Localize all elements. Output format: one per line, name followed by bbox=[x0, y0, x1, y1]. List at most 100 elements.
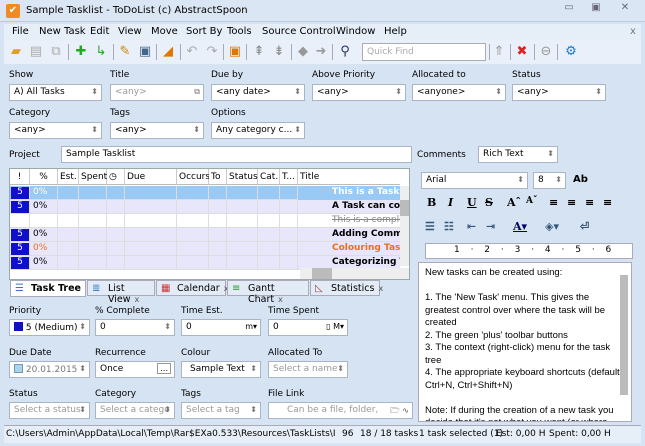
save-all-icon[interactable]: ⧉ bbox=[48, 44, 64, 60]
maximize-button[interactable]: ▣ bbox=[585, 2, 607, 16]
col-spent[interactable]: Spent bbox=[79, 169, 107, 185]
category-select[interactable]: Select a catego ⬍ bbox=[95, 402, 175, 419]
close-button[interactable]: ✕ bbox=[614, 2, 636, 16]
menu-tools[interactable]: Tools bbox=[227, 26, 252, 37]
tab-calendar[interactable]: ▦Calendarx bbox=[156, 280, 228, 296]
menu-source-control[interactable]: Source Control bbox=[262, 26, 336, 37]
comments-format-select[interactable]: Rich Text ⬍ bbox=[478, 146, 558, 163]
comments-editor[interactable]: New tasks can be created using: 1. The '… bbox=[418, 262, 632, 422]
edit-card-icon[interactable]: ▣ bbox=[137, 44, 153, 60]
time-est-input[interactable]: 0 m▾ bbox=[181, 319, 261, 336]
comments-scrollbar[interactable] bbox=[620, 275, 628, 395]
recurrence-ellipsis-button[interactable]: ... bbox=[157, 363, 171, 374]
colour-select[interactable]: Sample Text ⬍ bbox=[181, 361, 261, 378]
redo-icon[interactable]: ↷ bbox=[204, 44, 220, 60]
col-est[interactable]: Est. bbox=[58, 169, 79, 185]
settings-gear-icon[interactable]: ⚙ bbox=[563, 44, 579, 60]
subscript-icon[interactable]: Aˇ bbox=[526, 196, 537, 206]
move-up-icon[interactable]: ⇞ bbox=[251, 44, 267, 60]
time-spent-unit[interactable]: ▯ M▾ bbox=[326, 322, 344, 331]
align-right-icon[interactable]: ≡ bbox=[585, 196, 594, 209]
browse-folder-icon[interactable]: 🗁 ∿ bbox=[390, 405, 409, 418]
file-link-input[interactable]: Can be a file, folder, 🗁 ∿ bbox=[268, 402, 413, 419]
col-occurs[interactable]: Occurs bbox=[177, 169, 210, 185]
table-row[interactable]: 5 0% A Task can co bbox=[10, 200, 400, 214]
strikethrough-icon[interactable]: S bbox=[485, 196, 493, 209]
save-icon[interactable]: ▤ bbox=[28, 44, 44, 60]
undo-icon[interactable]: ↶ bbox=[184, 44, 200, 60]
menu-help[interactable]: Help bbox=[384, 26, 407, 37]
due-date-checkbox[interactable] bbox=[14, 364, 23, 373]
menu-file[interactable]: File bbox=[12, 26, 29, 37]
numbered-list-icon[interactable]: ☷ bbox=[444, 220, 454, 233]
status-filter-select[interactable]: <any> ⬍ bbox=[512, 84, 606, 101]
table-row[interactable]: 5 0% This is a Task bbox=[10, 186, 400, 200]
close-tab-icon[interactable]: x bbox=[278, 295, 283, 304]
table-row[interactable]: 5 0% Colouring Tas bbox=[10, 242, 400, 256]
back-arrow-icon[interactable]: ◆ bbox=[295, 44, 311, 60]
font-select[interactable]: Arial ⬍ bbox=[421, 172, 528, 189]
allocated-to-select[interactable]: Select a name ⬍ bbox=[268, 361, 348, 378]
justify-icon[interactable]: ≡ bbox=[603, 196, 612, 209]
close-tab-icon[interactable]: x bbox=[135, 295, 140, 304]
delete-brush-icon[interactable]: ◢ bbox=[160, 44, 176, 60]
indent-icon[interactable]: ⇥ bbox=[486, 220, 495, 233]
edit-pencil-icon[interactable]: ✎ bbox=[117, 44, 133, 60]
outdent-icon[interactable]: ⇤ bbox=[467, 220, 476, 233]
allocated-to-filter-select[interactable]: <anyone> ⬍ bbox=[412, 84, 506, 101]
move-down-icon[interactable]: ⇟ bbox=[271, 44, 287, 60]
due-by-select[interactable]: <any date> ⬍ bbox=[211, 84, 305, 101]
col-priority[interactable]: ! bbox=[10, 169, 30, 185]
font-size-select[interactable]: 8 ⬍ bbox=[533, 172, 566, 189]
close-tab-icon[interactable]: x bbox=[378, 284, 383, 293]
word-wrap-icon[interactable]: ⏎ bbox=[580, 220, 589, 233]
status-select[interactable]: Select a status ⬍ bbox=[9, 402, 90, 419]
superscript-icon[interactable]: Aˆ bbox=[507, 196, 521, 209]
col-category[interactable]: Cat. bbox=[258, 169, 280, 185]
bold-icon[interactable]: B bbox=[427, 196, 436, 209]
tags-select[interactable]: Select a tag ⬍ bbox=[181, 402, 261, 419]
menu-new-task[interactable]: New Task bbox=[39, 26, 86, 37]
lock-icon[interactable]: ⊖ bbox=[538, 44, 554, 60]
category-filter-select[interactable]: <any> ⬍ bbox=[9, 122, 102, 139]
due-date-picker[interactable]: 20.01.2015 ⬍ bbox=[9, 361, 90, 378]
col-due[interactable]: Due bbox=[125, 169, 177, 185]
table-row[interactable]: 5 0% Adding Comm bbox=[10, 228, 400, 242]
tab-statistics[interactable]: ◺ Statistics x bbox=[310, 280, 383, 296]
options-select[interactable]: Any category c... ⬍ bbox=[211, 122, 305, 139]
recurrence-input[interactable]: Once... bbox=[95, 361, 175, 378]
italic-icon[interactable]: I bbox=[448, 196, 453, 209]
fill-color-icon[interactable]: ◈▾ bbox=[545, 220, 559, 233]
new-subtask-icon[interactable]: ↳ bbox=[93, 44, 109, 60]
filter-options-icon[interactable]: ⧉ bbox=[194, 87, 200, 97]
time-spent-input[interactable]: 0 ▯ M▾ bbox=[268, 319, 348, 336]
col-clock[interactable]: ◷ bbox=[107, 169, 125, 185]
underline-icon[interactable]: U bbox=[467, 196, 477, 209]
font-style-icon[interactable]: Ab bbox=[573, 174, 588, 185]
tab-list-view[interactable]: ≣ List View x bbox=[87, 280, 155, 305]
above-priority-select[interactable]: <any> ⬍ bbox=[312, 84, 406, 101]
col-tags[interactable]: T... bbox=[280, 169, 298, 185]
preferences-box-icon[interactable]: ▣ bbox=[227, 44, 243, 60]
tab-task-tree[interactable]: ☰ Task Tree bbox=[10, 280, 86, 297]
col-status[interactable]: Status bbox=[227, 169, 258, 185]
menu-window[interactable]: Window bbox=[336, 26, 375, 37]
bullet-list-icon[interactable]: ☰ bbox=[425, 220, 435, 233]
col-to[interactable]: To bbox=[209, 169, 227, 185]
forward-arrow-icon[interactable]: ➜ bbox=[313, 44, 329, 60]
menu-view[interactable]: View bbox=[118, 26, 142, 37]
grid-horizontal-scrollbar[interactable] bbox=[300, 268, 409, 279]
new-task-icon[interactable]: ✚ bbox=[73, 44, 89, 60]
quick-find-input[interactable]: Quick Find bbox=[362, 43, 486, 61]
find-binoculars-icon[interactable]: ⚲ bbox=[337, 44, 353, 60]
project-input[interactable]: Sample Tasklist bbox=[61, 146, 412, 163]
grid-vertical-scrollbar[interactable] bbox=[400, 186, 409, 266]
align-center-icon[interactable]: ≡ bbox=[567, 196, 576, 209]
align-left-icon[interactable]: ≡ bbox=[549, 196, 558, 209]
tab-gantt-chart[interactable]: ≡ Gantt Chart x bbox=[227, 280, 309, 305]
close-tasklist-icon[interactable]: x bbox=[630, 26, 636, 37]
time-est-unit[interactable]: m▾ bbox=[245, 322, 257, 331]
menu-move[interactable]: Move bbox=[151, 26, 178, 37]
menu-edit[interactable]: Edit bbox=[90, 26, 109, 37]
tags-filter-select[interactable]: <any> ⬍ bbox=[110, 122, 204, 139]
